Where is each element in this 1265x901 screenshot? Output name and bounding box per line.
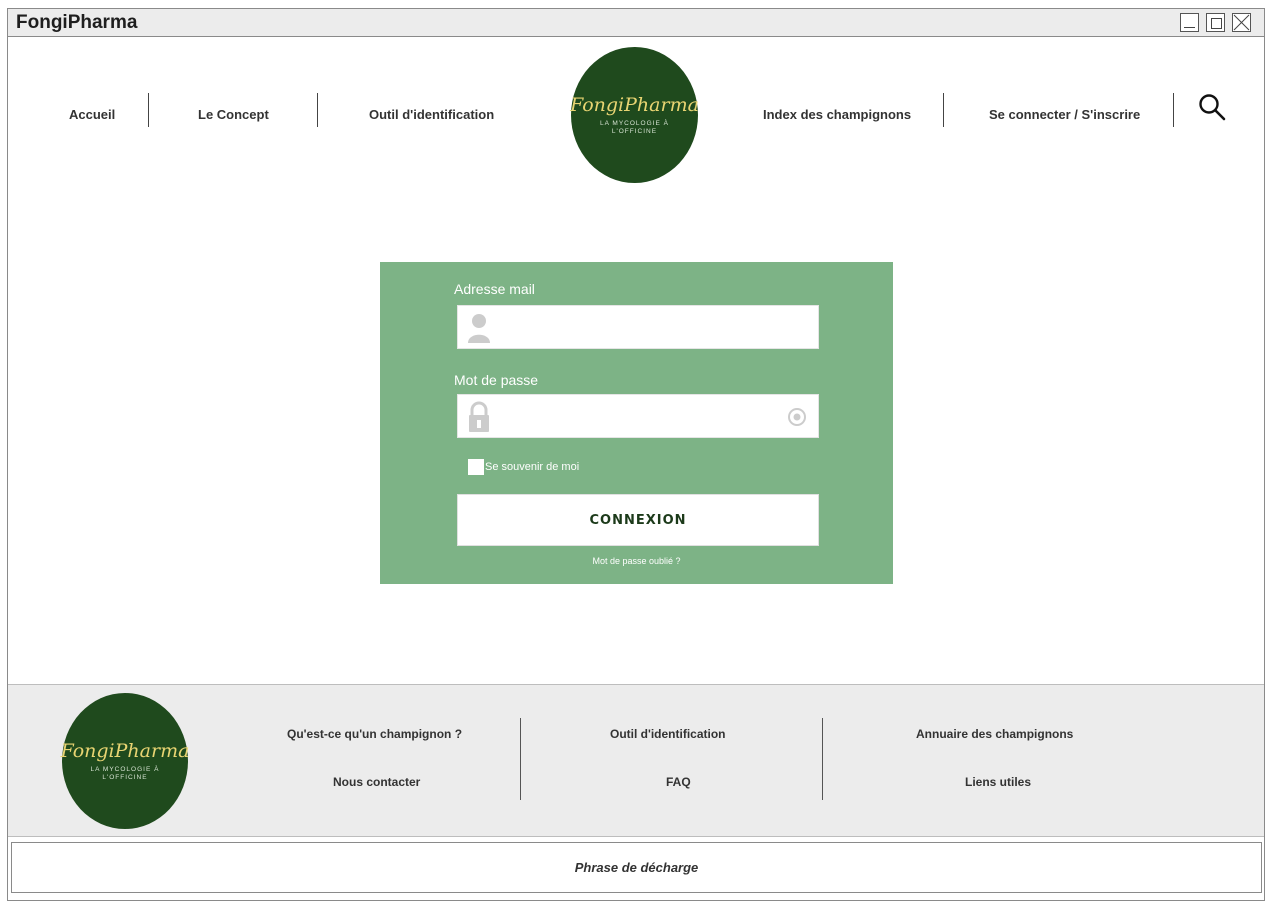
minimize-button[interactable] [1180, 13, 1199, 32]
remember-label[interactable]: Se souvenir de moi [485, 461, 579, 473]
nav-separator [317, 93, 318, 127]
logo-name: FongiPharma [60, 739, 190, 762]
password-label: Mot de passe [454, 372, 539, 388]
connexion-button[interactable]: CONNEXION [457, 494, 819, 546]
footer-link-liens[interactable]: Liens utiles [965, 775, 1031, 789]
footer-separator [520, 718, 521, 800]
footer-link-annuaire[interactable]: Annuaire des champignons [916, 727, 1073, 741]
footer-link-outil[interactable]: Outil d'identification [610, 727, 726, 741]
footer-logo[interactable]: FongiPharma LA MYCOLOGIE À L'OFFICINE [60, 693, 190, 829]
lock-icon [469, 401, 489, 432]
nav-le-concept[interactable]: Le Concept [198, 107, 269, 122]
footer-separator [822, 718, 823, 800]
logo-tagline-1: LA MYCOLOGIE À [600, 119, 669, 127]
search-icon[interactable] [1197, 92, 1227, 122]
eye-icon[interactable] [786, 407, 808, 427]
login-panel: Adresse mail Mot de passe Se souvenir de… [380, 262, 893, 584]
nav-separator [1173, 93, 1174, 127]
nav-se-connecter[interactable]: Se connecter / S'inscrire [989, 107, 1140, 122]
maximize-button[interactable] [1206, 13, 1225, 32]
remember-me: Se souvenir de moi [468, 458, 579, 476]
app-window: FongiPharma Accueil Le Concept Outil d'i… [7, 8, 1265, 901]
window-title: FongiPharma [16, 12, 138, 33]
user-icon [468, 314, 490, 343]
footer: FongiPharma LA MYCOLOGIE À L'OFFICINE Qu… [8, 684, 1264, 837]
footer-link-contact[interactable]: Nous contacter [333, 775, 420, 789]
header-logo[interactable]: FongiPharma LA MYCOLOGIE À L'OFFICINE [570, 47, 699, 183]
logo-tagline-2: L'OFFICINE [611, 128, 658, 135]
logo-tagline-2: L'OFFICINE [102, 774, 148, 781]
logo-tagline-1: LA MYCOLOGIE À [90, 765, 160, 773]
nav-outil-identification[interactable]: Outil d'identification [369, 107, 494, 122]
email-label: Adresse mail [454, 281, 535, 297]
password-input[interactable] [502, 395, 782, 437]
password-field-container [457, 394, 819, 438]
footer-link-faq[interactable]: FAQ [666, 775, 691, 789]
email-input[interactable] [502, 306, 782, 348]
nav-index-champignons[interactable]: Index des champignons [763, 107, 911, 122]
close-button[interactable] [1232, 13, 1251, 32]
close-icon [1233, 14, 1250, 31]
nav-accueil[interactable]: Accueil [69, 107, 115, 122]
nav-separator [943, 93, 944, 127]
title-bar: FongiPharma [8, 9, 1264, 37]
nav-separator [148, 93, 149, 127]
remember-checkbox[interactable] [468, 459, 484, 475]
disclaimer: Phrase de décharge [11, 842, 1262, 893]
forgot-password-link[interactable]: Mot de passe oublié ? [380, 556, 893, 566]
email-field-container [457, 305, 819, 349]
footer-link-quest-ce[interactable]: Qu'est-ce qu'un champignon ? [287, 727, 462, 741]
logo-name: FongiPharma [570, 93, 699, 116]
